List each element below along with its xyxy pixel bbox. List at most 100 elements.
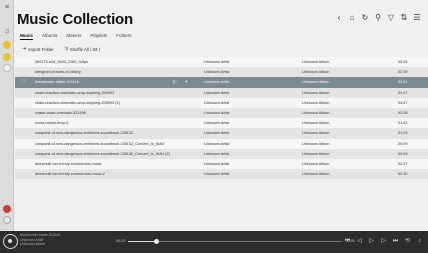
track-duration: 01:42 — [398, 121, 408, 126]
next-icon[interactable]: ▷ — [379, 237, 388, 246]
track-duration: 04:47 — [398, 90, 408, 95]
track-duration: 02:30 — [398, 172, 408, 177]
home-icon[interactable]: ⌂ — [347, 13, 357, 23]
track-album: Unknown Album — [302, 121, 330, 126]
track-duration: 02:51 — [398, 80, 408, 85]
track-name: deezmulti-fun-trendy-commercial-music-2 — [35, 172, 105, 177]
app-title: Music Collection — [17, 11, 133, 28]
track-duration: 04:47 — [398, 100, 408, 105]
track-row[interactable]: conquest-of-new-dangerous-territories-so… — [15, 128, 428, 139]
cloud-icon[interactable] — [3, 64, 11, 72]
track-artist: Unknown Artist — [204, 100, 230, 105]
track-duration: 02:39 — [398, 70, 408, 75]
import-folder-label: Import Folder — [28, 46, 54, 52]
track-row[interactable]: chase-down-criminals-323198 Unknown Artis… — [15, 107, 428, 119]
tab-makers[interactable]: Makers — [66, 33, 81, 40]
refresh-icon[interactable]: ↻ — [360, 13, 370, 23]
seek-slider[interactable] — [128, 239, 342, 244]
star-icon[interactable] — [3, 53, 11, 61]
track-name: conquest-of-new-dangerous-territories-so… — [35, 151, 170, 156]
track-album: Unknown Album — [302, 141, 330, 146]
track-row[interactable]: alexgroht-echoes-of-victory Unknown Artis… — [15, 67, 428, 78]
shuffle-all-button[interactable]: ⤨ Shuffle All ( 83 ) — [64, 46, 100, 52]
track-row[interactable]: deezmulti-fun-trendy-commercial-music-2 U… — [15, 169, 428, 180]
music-note-icon[interactable]: ♫ — [3, 28, 11, 36]
track-album: Unknown Album — [302, 100, 330, 105]
track-name: chain-reaction-cinematic-amp-inspiring-2… — [35, 100, 120, 105]
track-album: Unknown Album — [302, 80, 330, 85]
track-artist: Unknown Artist — [204, 172, 230, 177]
player-bar: blockbuster-trailer-315116 Unknown Artis… — [0, 231, 428, 253]
track-name: conquest-of-new-dangerous-territories-so… — [35, 141, 165, 146]
track-name: conquest-of-new-dangerous-territories-so… — [35, 131, 134, 136]
album-art-icon[interactable] — [3, 234, 18, 249]
track-row[interactable]: chain-reaction-cinematic-amp-inspiring-2… — [15, 87, 428, 98]
previous-icon[interactable]: ◁ — [355, 237, 364, 246]
play-icon[interactable]: ▷ — [367, 237, 376, 246]
import-icon: ⇥ — [22, 46, 27, 52]
heart-icon[interactable]: ♡ — [22, 79, 26, 85]
track-album: Unknown Album — [302, 161, 330, 166]
import-folder-button[interactable]: ⇥ Import Folder — [22, 46, 54, 52]
track-duration: 00:24 — [398, 60, 408, 65]
track-album: Unknown Album — [302, 90, 330, 95]
header-toolbar: ‹ ⌂ ↻ ⚲ ▽ ⇅ ☰ — [334, 13, 422, 23]
list-menu-icon[interactable]: ☰ — [412, 13, 422, 23]
skip-back-icon[interactable]: ⏮ — [343, 237, 352, 246]
track-row[interactable]: ♡ ▷ + blockbuster-trailer-315116 Unknown Art… — [15, 77, 428, 88]
track-album: Unknown Album — [302, 131, 330, 136]
track-name: alexgroht-echoes-of-victory — [35, 70, 81, 75]
track-album: Unknown Album — [302, 151, 330, 156]
track-artist: Unknown Artist — [204, 121, 230, 126]
track-duration: 00:09 — [398, 141, 408, 146]
search-icon[interactable]: ⚲ — [373, 13, 383, 23]
track-row[interactable]: conquest-of-new-dangerous-territories-so… — [15, 138, 428, 149]
tab-playlists[interactable]: Playlists — [90, 33, 107, 40]
track-artist: Unknown Artist — [204, 60, 230, 65]
filter-icon[interactable]: ▽ — [386, 13, 396, 23]
track-row[interactable]: conquest-of-new-dangerous-territories-so… — [15, 148, 428, 159]
repeat-icon[interactable]: ⟲ — [403, 237, 412, 246]
window-menu-icon[interactable]: ≡ — [3, 4, 11, 12]
favorites-icon[interactable] — [3, 41, 11, 49]
shuffle-all-label: Shuffle All ( 83 ) — [69, 46, 101, 52]
track-artist: Unknown Artist — [204, 131, 230, 136]
track-duration: 01:09 — [398, 131, 408, 136]
volume-icon[interactable]: ♪ — [415, 237, 424, 246]
time-current: 00:23 — [116, 239, 125, 243]
track-duration: 02:37 — [398, 161, 408, 166]
track-row[interactable]: 389173-uhd_3840_2160_30fps Unknown Artist… — [15, 57, 428, 68]
track-artist: Unknown Artist — [204, 80, 230, 85]
track-album: Unknown Album — [302, 60, 330, 65]
skip-forward-icon[interactable]: ⏭ — [391, 237, 400, 246]
track-name: blockbuster-trailer-315116 — [35, 80, 79, 85]
shuffle-icon: ⤨ — [63, 46, 68, 52]
track-artist: Unknown Artist — [204, 141, 230, 146]
seek-progress — [128, 241, 157, 242]
track-artist: Unknown Artist — [204, 151, 230, 156]
track-album: Unknown Album — [302, 172, 330, 177]
tab-music[interactable]: Music — [20, 33, 34, 40]
sort-icon[interactable]: ⇅ — [399, 13, 409, 23]
track-name: coma-media-drop-it — [35, 121, 68, 126]
back-icon[interactable]: ‹ — [334, 13, 344, 23]
tab-folders[interactable]: Folders — [116, 33, 131, 40]
tab-albums[interactable]: Albums — [42, 33, 57, 40]
track-name: deezmulti-fun-trendy-commercial-music — [35, 161, 102, 166]
record-icon[interactable] — [3, 205, 11, 213]
track-album: Unknown Album — [302, 70, 330, 75]
now-playing-info: blockbuster-trailer-315116 Unknown Artis… — [20, 233, 60, 247]
track-row[interactable]: coma-media-drop-it Unknown Artist Unknown … — [15, 118, 428, 129]
playback-controls: ⏮ ◁ ▷ ▷ ⏭ ⟲ ♪ — [343, 237, 424, 246]
track-row[interactable]: chain-reaction-cinematic-amp-inspiring-2… — [15, 97, 428, 108]
track-name: 389173-uhd_3840_2160_30fps — [35, 60, 88, 65]
settings-icon[interactable] — [3, 216, 11, 224]
track-duration: 02:38 — [398, 111, 408, 116]
now-playing-album: Unknown Album — [20, 242, 46, 247]
seek-handle[interactable] — [154, 239, 160, 244]
track-name: chase-down-criminals-323198 — [35, 111, 86, 116]
track-row[interactable]: deezmulti-fun-trendy-commercial-music Unk… — [15, 158, 428, 170]
left-rail: ≡ ♫ — [0, 0, 14, 231]
track-artist: Unknown Artist — [204, 161, 230, 166]
track-album: Unknown Album — [302, 111, 330, 116]
